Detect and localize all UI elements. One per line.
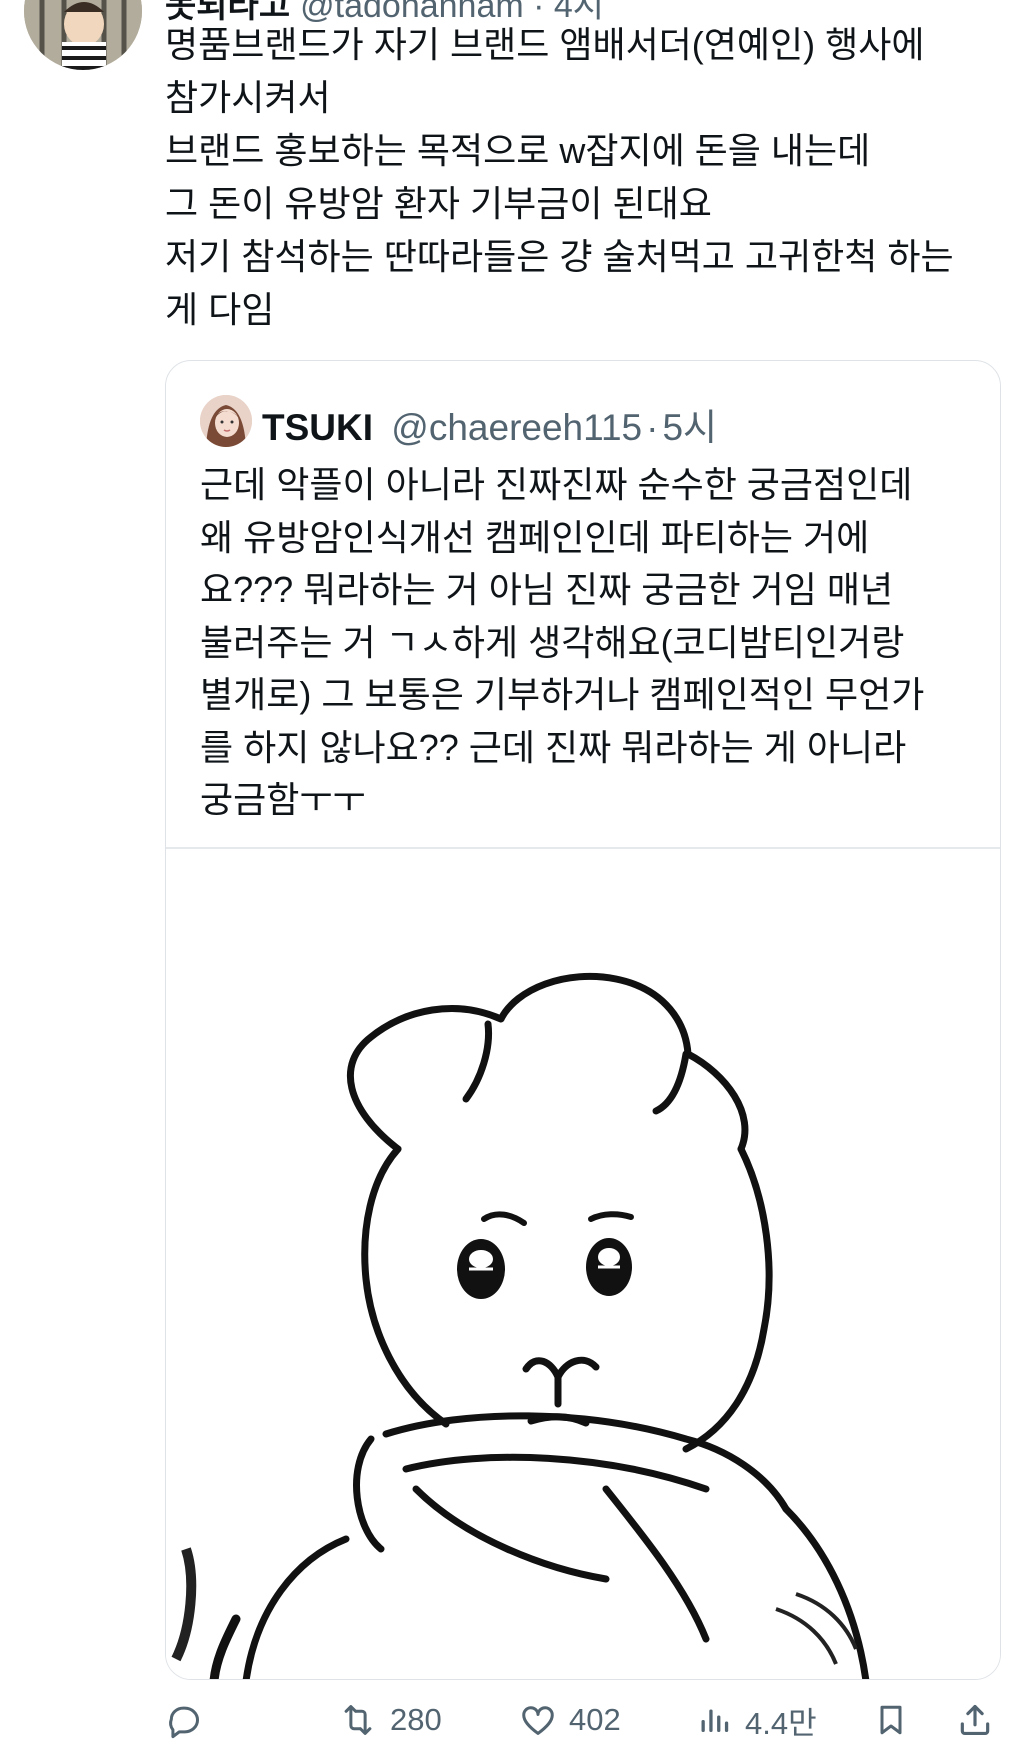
quote-line: 궁금함ㅜㅜ [200,779,366,820]
tweet-line: 참가시켜서 [165,77,331,118]
quote-author-handle[interactable]: @chaereeh115 [391,407,642,448]
quote-text: 근데 악플이 아니라 진짜진짜 순수한 궁금점인데 왜 유방암인식개선 캠페인인… [200,459,990,827]
quote-line: 요??? 뭐라하는 거 아님 진짜 궁금한 거임 매년 [200,569,894,610]
quoted-tweet[interactable]: TSUKI @chaereeh115 · 5시 근데 악플이 아니라 진짜진짜 순수… [165,360,1001,1680]
retweet-count: 280 [390,1702,442,1737]
heart-icon [519,1701,557,1739]
quote-line: 불러주는 거 ㄱㅅ하게 생각해요(코디밤티인거랑 [200,621,905,663]
tweet-line: 게 다임 [165,289,275,330]
tweet-actions: 280 402 4.4만 [0,1690,1024,1750]
tweet: 못되라고 @tadonanham · 4시 명품브랜드가 자기 브랜드 앰배서더(… [0,0,1024,1754]
quote-media-image[interactable] [166,849,1000,1679]
quote-line: 왜 유방암인식개선 캠페인인데 파티하는 거에 [200,516,870,558]
reply-button[interactable] [165,1690,203,1750]
quote-author-avatar[interactable] [200,395,252,447]
bookmark-button[interactable] [873,1690,909,1750]
quote-header: TSUKI @chaereeh115 · 5시 [262,397,717,451]
retweet-button[interactable]: 280 [338,1690,442,1750]
bookmark-icon [873,1700,909,1740]
tweet-line: 브랜드 홍보하는 목적으로 w잡지에 돈을 내는데 [165,130,871,171]
tweet-line: 저기 참석하는 딴따라들은 걍 술처먹고 고귀한척 하는 [165,236,954,277]
views-count: 4.4만 [745,1705,817,1741]
author-avatar[interactable] [24,0,142,70]
quote-separator: · [646,407,659,448]
quote-line: 별개로) 그 보통은 기부하거나 캠페인적인 무언가 [200,674,925,715]
views-button[interactable]: 4.4만 [697,1690,817,1750]
retweet-icon [338,1701,378,1739]
share-icon [956,1700,994,1740]
quote-author-name[interactable]: TSUKI [262,407,373,448]
quote-line: 를 하지 않나요?? 근데 진짜 뭐라하는 게 아니라 [200,726,907,768]
quote-line: 근데 악플이 아니라 진짜진짜 순수한 궁금점인데 [200,464,913,505]
like-count: 402 [569,1702,621,1737]
quote-timestamp[interactable]: 5시 [662,407,717,448]
sheep-illustration [166,849,1000,1679]
reply-icon [165,1701,203,1739]
tweet-line: 명품브랜드가 자기 브랜드 앰배서더(연예인) 행사에 [165,24,925,65]
share-button[interactable] [956,1690,994,1750]
tweet-text: 명품브랜드가 자기 브랜드 앰배서더(연예인) 행사에 참가시켜서 브랜드 홍보… [165,18,1005,336]
views-icon [697,1701,733,1739]
like-button[interactable]: 402 [519,1690,621,1750]
tweet-line: 그 돈이 유방암 환자 기부금이 된대요 [165,183,712,224]
